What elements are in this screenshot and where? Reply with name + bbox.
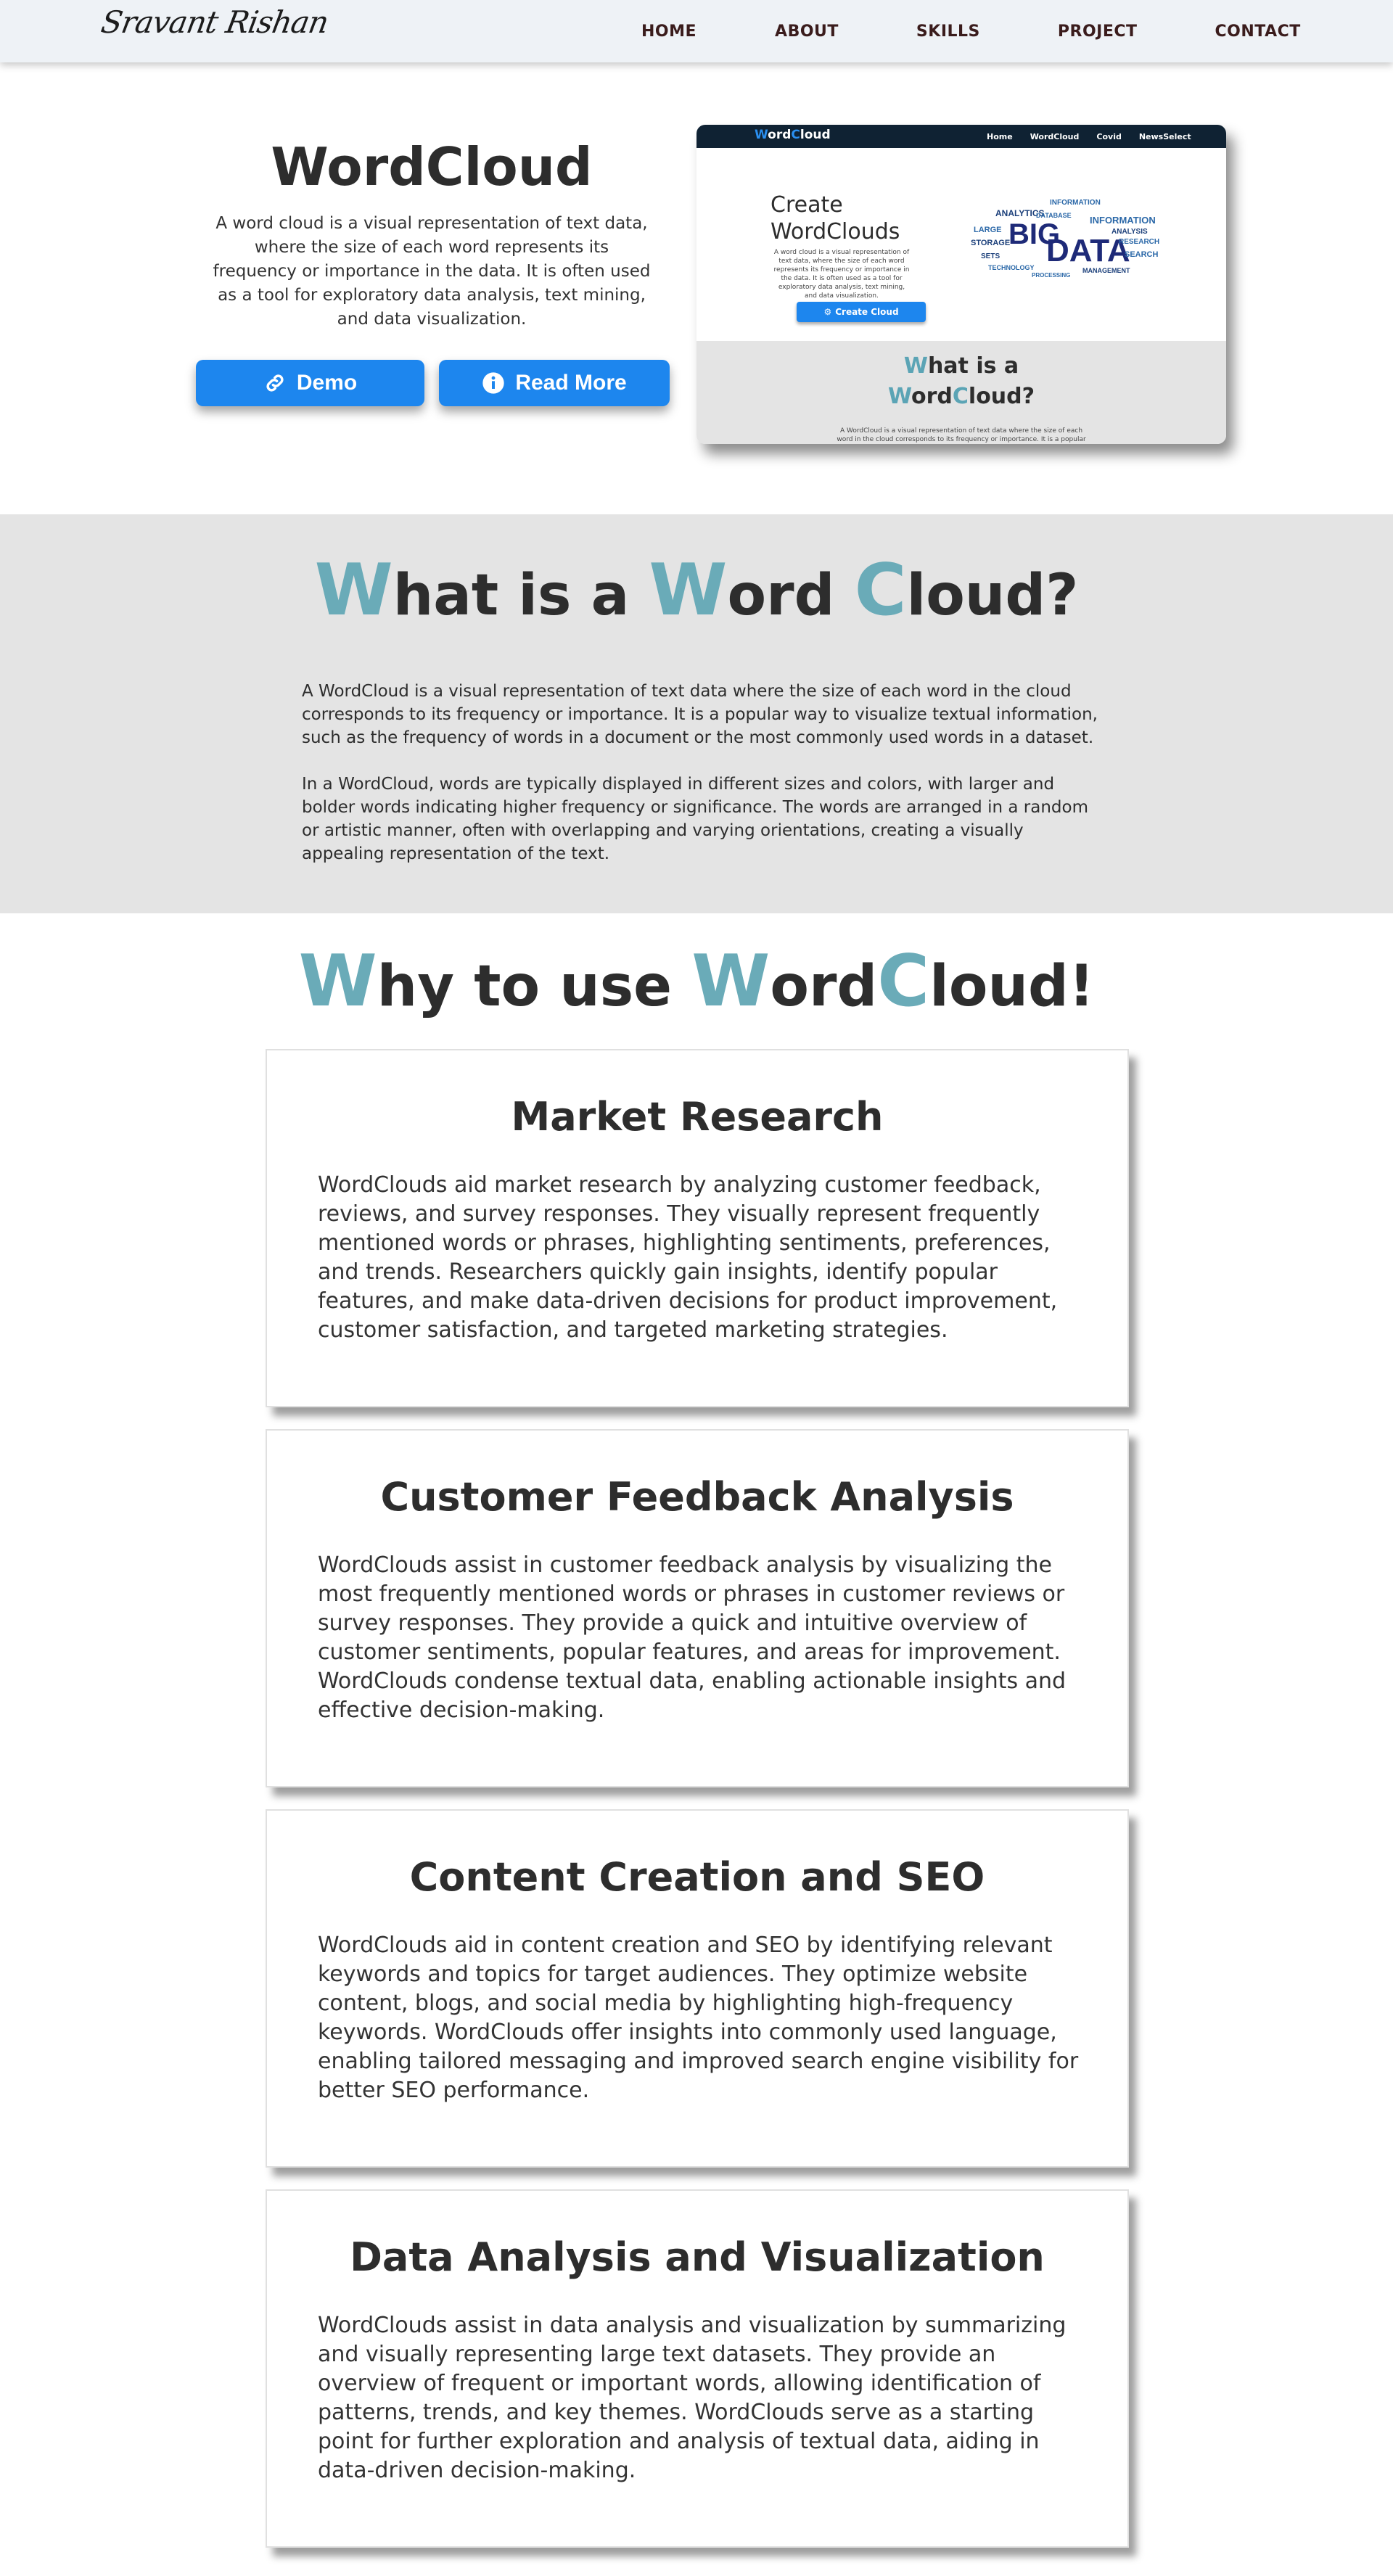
card-title: Customer Feedback Analysis — [380, 1474, 1014, 1520]
preview-create-cloud-button: ⚙ Create Cloud — [797, 302, 926, 322]
preview-what-description: A WordCloud is a visual representation o… — [837, 427, 1086, 443]
svg-text:ANALYSIS: ANALYSIS — [1111, 228, 1148, 236]
card-title: Data Analysis and Visualization — [350, 2234, 1045, 2280]
preview-what-section: What is a WordCloud? A WordCloud is a vi… — [696, 341, 1226, 444]
svg-text:RESEARCH: RESEARCH — [1119, 238, 1159, 246]
preview-navbar: WordCloud Home WordCloud Covid NewsSelec… — [696, 125, 1226, 148]
what-title: What is a Word Cloud? — [314, 549, 1079, 632]
link-icon — [263, 371, 287, 395]
svg-text:DATABASE: DATABASE — [1036, 212, 1072, 219]
preview-link-home: Home — [987, 131, 1013, 141]
card-text: WordClouds aid in content creation and S… — [318, 1933, 1079, 2103]
navbar: Sravant Rishan HOME ABOUT SKILLS PROJECT… — [0, 0, 1393, 62]
card-text: WordClouds assist in customer feedback a… — [318, 1552, 1067, 1723]
read-more-button[interactable]: Read More — [439, 360, 670, 406]
card-content-seo: Content Creation and SEO WordClouds aid … — [266, 1809, 1129, 2168]
nav-link-skills[interactable]: SKILLS — [916, 22, 980, 41]
what-paragraph-2: In a WordCloud, words are typically disp… — [302, 775, 1088, 863]
preview-link-newsselect: NewsSelect — [1138, 131, 1191, 141]
preview-logo: WordCloud — [755, 128, 831, 142]
svg-text:PROCESSING: PROCESSING — [1032, 272, 1070, 279]
preview-create-title: Create WordClouds — [771, 192, 900, 244]
svg-text:STORAGE: STORAGE — [971, 239, 1010, 247]
nav-link-contact[interactable]: CONTACT — [1215, 22, 1301, 41]
svg-text:INFORMATION: INFORMATION — [1050, 199, 1101, 207]
preview-what-title: What is a WordCloud? — [887, 353, 1035, 409]
demo-button[interactable]: Demo — [196, 360, 424, 406]
card-title: Market Research — [511, 1094, 884, 1140]
svg-text:DATA: DATA — [1046, 233, 1130, 268]
card-text: WordClouds aid market research by analyz… — [318, 1172, 1058, 1343]
nav-link-about[interactable]: ABOUT — [775, 22, 839, 41]
nav-link-home[interactable]: HOME — [641, 22, 696, 41]
card-customer-feedback: Customer Feedback Analysis WordClouds as… — [266, 1429, 1129, 1787]
nav-link-project[interactable]: PROJECT — [1058, 22, 1138, 41]
gear-icon: ⚙ — [823, 307, 832, 317]
website-preview[interactable]: WordCloud Home WordCloud Covid NewsSelec… — [696, 125, 1226, 444]
nav-links: HOME ABOUT SKILLS PROJECT CONTACT — [624, 0, 1301, 62]
preview-link-wordcloud: WordCloud — [1030, 131, 1080, 141]
svg-text:TECHNOLOGY: TECHNOLOGY — [988, 264, 1035, 271]
svg-text:SETS: SETS — [981, 252, 1000, 260]
card-data-analysis: Data Analysis and Visualization WordClou… — [266, 2189, 1129, 2548]
preview-link-covid: Covid — [1096, 131, 1122, 141]
preview-nav-links: Home WordCloud Covid NewsSelect — [987, 125, 1209, 148]
read-more-label: Read More — [515, 371, 627, 395]
svg-text:LARGE: LARGE — [974, 226, 1002, 234]
card-text: WordClouds assist in data analysis and v… — [318, 2313, 1067, 2483]
what-paragraph-1: A WordCloud is a visual representation o… — [302, 682, 1098, 747]
card-title: Content Creation and SEO — [409, 1854, 985, 1900]
svg-text:MANAGEMENT: MANAGEMENT — [1082, 267, 1130, 274]
hero-description: A word cloud is a visual representation … — [213, 214, 651, 329]
demo-label: Demo — [296, 371, 358, 395]
what-section: What is a Word Cloud? A WordCloud is a v… — [0, 514, 1393, 913]
svg-text:SEARCH: SEARCH — [1125, 250, 1159, 259]
why-title: Why to use WordCloud! — [298, 940, 1095, 1023]
hero-title: WordCloud — [271, 136, 593, 197]
info-icon — [482, 371, 505, 395]
card-market-research: Market Research WordClouds aid market re… — [266, 1049, 1129, 1407]
big-data-wordcloud-image: ANALYTICS INFORMATION LARGE STORAGE BIG … — [969, 190, 1160, 283]
preview-create-description: A word cloud is a visual representation … — [773, 249, 910, 300]
site-logo[interactable]: Sravant Rishan — [99, 4, 331, 40]
svg-text:INFORMATION: INFORMATION — [1090, 215, 1156, 226]
